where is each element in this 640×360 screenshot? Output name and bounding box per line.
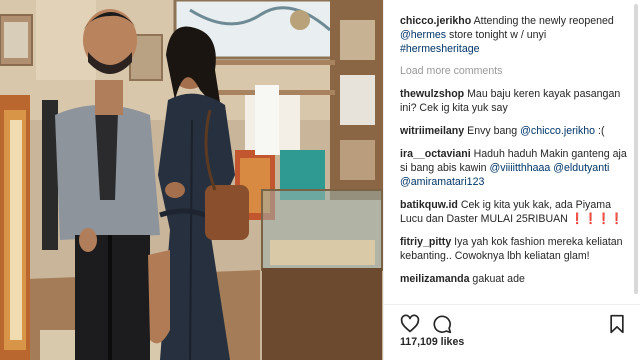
mention-link[interactable]: @chicco.jerikho	[520, 125, 595, 137]
hashtag-link[interactable]: #hermesheritage	[400, 43, 480, 55]
comment-username-link[interactable]: ira__octaviani	[400, 148, 471, 160]
comment-username-link[interactable]: witriimeilany	[400, 125, 464, 137]
comments-feed[interactable]: chicco.jerikho Attending the newly reope…	[384, 0, 640, 304]
comment-body: Envy bang @chicco.jerikho :(	[464, 125, 604, 137]
comment-list: thewulzshop Mau baju keren kayak pasanga…	[400, 87, 627, 286]
comment-username-link[interactable]: meilizamanda	[400, 273, 469, 285]
comment-item: ira__octaviani Haduh haduh Makin ganteng…	[400, 147, 627, 189]
action-bar	[384, 304, 640, 360]
bookmark-icon[interactable]	[607, 314, 627, 334]
comment-text: gakuat ade	[469, 273, 525, 285]
post-side-panel: chicco.jerikho Attending the newly reope…	[383, 0, 640, 360]
comment-text: store tonight w / unyi	[446, 29, 547, 41]
comment-body: gakuat ade	[469, 273, 524, 285]
comment-item: batikquw.id Cek ig kita yuk kak, ada Piy…	[400, 198, 627, 226]
post-photo[interactable]	[0, 0, 383, 360]
speech-bubble-icon[interactable]	[432, 314, 452, 334]
mention-link[interactable]: @hermes	[400, 29, 446, 41]
mention-link[interactable]: @eldutyanti	[553, 162, 609, 174]
comment-username-link[interactable]: batikquw.id	[400, 199, 458, 211]
comment-item: meilizamanda gakuat ade	[400, 272, 627, 286]
likes-count[interactable]: 117,109 likes	[400, 336, 464, 348]
likes-suffix: likes	[440, 336, 465, 348]
comment-text: :(	[595, 125, 605, 137]
heart-icon[interactable]	[400, 314, 420, 334]
comment-item: witriimeilany Envy bang @chicco.jerikho …	[400, 124, 627, 138]
mention-link[interactable]: @amiramatari123	[400, 176, 484, 188]
comment-item: fitriy_pitty Iya yah kok fashion mereka …	[400, 235, 627, 263]
comment-username-link[interactable]: thewulzshop	[400, 88, 464, 100]
comment-text: Attending the newly reopened	[471, 15, 614, 27]
mention-link[interactable]: @viiiitthhaaa	[490, 162, 551, 174]
caption-author-link[interactable]: chicco.jerikho	[400, 15, 471, 27]
comment-item: thewulzshop Mau baju keren kayak pasanga…	[400, 87, 627, 115]
comments-scrollbar[interactable]	[634, 4, 638, 294]
likes-number: 117,109	[400, 336, 438, 348]
load-more-comments-link[interactable]: Load more comments	[400, 64, 627, 78]
post-image	[0, 0, 383, 360]
comment-text: Envy bang	[464, 125, 521, 137]
comment-username-link[interactable]: fitriy_pitty	[400, 236, 451, 248]
post-caption: chicco.jerikho Attending the newly reope…	[400, 14, 627, 56]
